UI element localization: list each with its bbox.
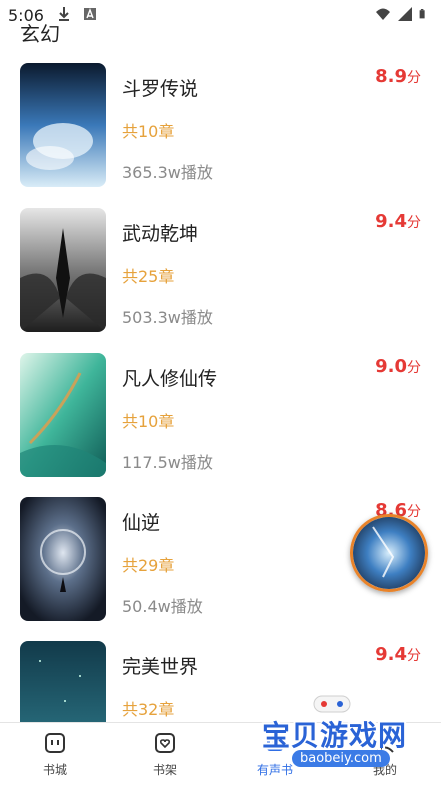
chapter-count: 共25章	[122, 267, 175, 286]
chapter-count: 共10章	[122, 122, 175, 141]
watermark-url: baobeiy.com	[292, 750, 390, 767]
watermark-text: 宝贝游戏网	[262, 719, 408, 752]
score-unit: 分	[407, 70, 421, 86]
score-value: 9.0	[375, 356, 407, 377]
book-cover[interactable]	[20, 497, 106, 621]
gamepad-icon	[313, 695, 351, 713]
nav-tab-bookstore[interactable]: 书城	[25, 731, 85, 778]
score-unit: 分	[407, 648, 421, 664]
battery-icon	[419, 9, 425, 19]
book-cover[interactable]	[20, 63, 106, 187]
score-unit: 分	[407, 360, 421, 376]
font-icon	[84, 8, 96, 20]
score-value: 9.4	[375, 211, 407, 232]
book-score: 9.0分	[375, 356, 421, 377]
score-unit: 分	[407, 504, 421, 520]
chapter-count: 共32章	[122, 700, 175, 719]
book-score: 8.9分	[375, 66, 421, 87]
bookshelf-icon	[155, 733, 175, 753]
book-title: 仙逆	[122, 512, 161, 534]
bookstore-icon	[45, 733, 65, 753]
category-title: 玄幻	[20, 22, 60, 46]
watermark-logo: 宝贝游戏网 baobeiy.com	[262, 692, 412, 782]
chapter-count: 共29章	[122, 556, 175, 575]
score-value: 8.9	[375, 66, 407, 87]
book-cover[interactable]	[20, 353, 106, 477]
book-title: 完美世界	[122, 656, 199, 678]
book-score: 9.4分	[375, 211, 421, 232]
signal-icon	[398, 7, 412, 21]
book-title: 武动乾坤	[122, 223, 199, 245]
nav-label: 书架	[152, 763, 177, 777]
nav-tab-bookshelf[interactable]: 书架	[135, 731, 195, 778]
nav-label: 书城	[42, 763, 67, 777]
status-bar: 5:06	[0, 0, 441, 30]
play-count: 503.3w播放	[122, 308, 213, 327]
book-item[interactable]: 凡人修仙传 共10章 117.5w播放 9.0分	[0, 350, 441, 478]
book-item[interactable]: 武动乾坤 共25章 503.3w播放 9.4分	[0, 205, 441, 333]
book-item[interactable]: 斗罗传说 共10章 365.3w播放 8.9分	[0, 60, 441, 188]
play-count: 365.3w播放	[122, 163, 213, 182]
status-icons-right	[375, 6, 429, 22]
play-count: 117.5w播放	[122, 453, 213, 472]
score-value: 9.4	[375, 644, 407, 665]
book-score: 9.4分	[375, 644, 421, 665]
wifi-icon	[376, 8, 390, 20]
chapter-count: 共10章	[122, 412, 175, 431]
book-title: 凡人修仙传	[122, 368, 218, 390]
play-count: 50.4w播放	[122, 597, 203, 616]
score-unit: 分	[407, 215, 421, 231]
floating-player-button[interactable]	[350, 514, 428, 592]
book-cover[interactable]	[20, 208, 106, 332]
status-icons-left	[56, 6, 98, 22]
book-title: 斗罗传说	[122, 78, 199, 100]
